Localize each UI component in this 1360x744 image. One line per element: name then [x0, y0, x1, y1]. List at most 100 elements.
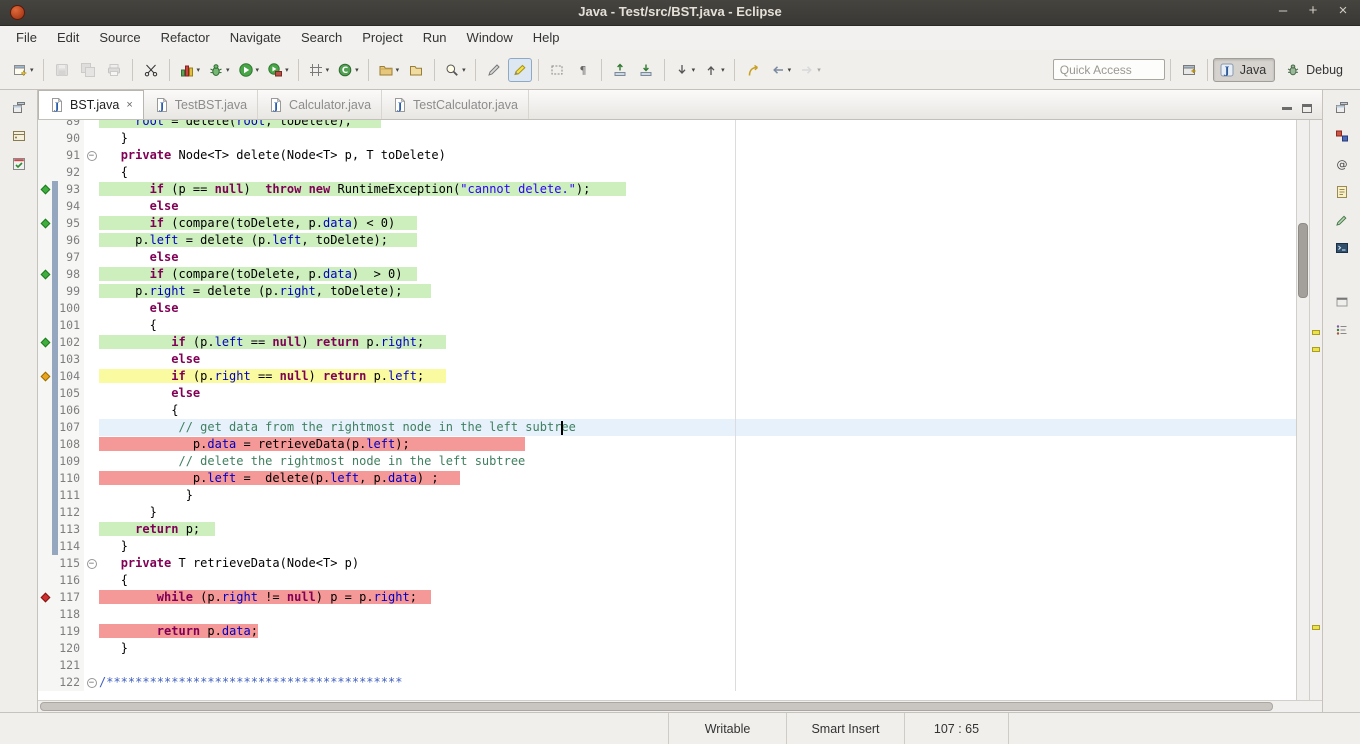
window-maximize-button[interactable]: + [1306, 2, 1320, 19]
yellow-annotation-mark[interactable] [1312, 625, 1320, 630]
code-text[interactable]: p.left = delete(p.left, p.data) ; [99, 470, 1296, 487]
code-text[interactable]: return p.data; [99, 623, 1296, 640]
vertical-scrollbar-thumb[interactable] [1298, 223, 1308, 298]
code-text[interactable]: else [99, 198, 1296, 215]
restore-views-button[interactable] [1330, 96, 1354, 120]
horizontal-scrollbar[interactable] [38, 700, 1322, 712]
sync-members-button[interactable] [634, 58, 658, 82]
code-text[interactable]: } [99, 130, 1296, 147]
overview-ruler[interactable] [1309, 120, 1322, 700]
code-text[interactable]: if (p.right == null) return p.left; [99, 368, 1296, 385]
package-explorer-view-button[interactable] [7, 124, 31, 148]
code-text[interactable]: return p; [99, 521, 1296, 538]
code-text[interactable]: if (compare(toDelete, p.data) < 0) [99, 215, 1296, 232]
code-text[interactable]: private Node<T> delete(Node<T> p, T toDe… [99, 147, 1296, 164]
show-whitespace-button[interactable]: ¶ [571, 58, 595, 82]
console-view-button[interactable] [1330, 236, 1354, 260]
code-text[interactable]: /***************************************… [99, 674, 1296, 691]
new-button[interactable]: ▾ [9, 58, 37, 82]
perspective-debug-button[interactable]: Debug [1279, 58, 1352, 82]
menu-project[interactable]: Project [352, 26, 412, 50]
code-text[interactable] [99, 606, 1296, 623]
code-text[interactable]: if (compare(toDelete, p.data) > 0) [99, 266, 1296, 283]
code-text[interactable]: } [99, 640, 1296, 657]
code-text[interactable]: root = delete(root, toDelete); [99, 120, 1296, 130]
code-text[interactable]: while (p.right != null) p = p.right; [99, 589, 1296, 606]
vertical-scrollbar[interactable] [1296, 120, 1309, 700]
tab-close-icon[interactable]: × [126, 99, 132, 111]
menu-source[interactable]: Source [89, 26, 150, 50]
minimize-editor-icon[interactable] [1282, 107, 1292, 110]
search-button[interactable]: ▾ [441, 58, 469, 82]
horizontal-scrollbar-thumb[interactable] [40, 702, 1273, 711]
code-text[interactable]: if (p == null) throw new RuntimeExceptio… [99, 181, 1296, 198]
menu-window[interactable]: Window [457, 26, 523, 50]
code-text[interactable]: p.left = delete (p.left, toDelete); [99, 232, 1296, 249]
code-editor[interactable]: 89 root = delete(root, toDelete); 90 }91… [38, 120, 1296, 700]
last-edit-location-button[interactable] [741, 58, 765, 82]
problems-view-button[interactable] [1330, 124, 1354, 148]
code-text[interactable]: else [99, 249, 1296, 266]
code-text[interactable]: { [99, 317, 1296, 334]
menu-run[interactable]: Run [413, 26, 457, 50]
quick-access-input[interactable] [1053, 59, 1165, 80]
code-text[interactable] [99, 657, 1296, 674]
menu-file[interactable]: File [6, 26, 47, 50]
code-text[interactable]: { [99, 164, 1296, 181]
code-text[interactable]: // get data from the rightmost node in t… [99, 419, 1296, 436]
block-selection-button[interactable] [545, 58, 569, 82]
tasks-view-button[interactable] [1330, 180, 1354, 204]
new-class-button[interactable]: C▾ [334, 58, 362, 82]
tab-testbst-java[interactable]: JTestBST.java [144, 90, 258, 119]
organize-imports-button[interactable] [608, 58, 632, 82]
restore-views-button[interactable] [7, 96, 31, 120]
outline-view-button[interactable] [1330, 318, 1354, 342]
code-text[interactable]: if (p.left == null) return p.right; [99, 334, 1296, 351]
mark-occurrences-button[interactable] [508, 58, 532, 82]
code-text[interactable]: { [99, 402, 1296, 419]
perspective-java-button[interactable]: JJava [1213, 58, 1275, 82]
junit-view-button[interactable] [7, 152, 31, 176]
yellow-annotation-mark[interactable] [1312, 347, 1320, 352]
menu-help[interactable]: Help [523, 26, 570, 50]
declaration-view-button[interactable] [1330, 208, 1354, 232]
code-text[interactable]: { [99, 572, 1296, 589]
annotate-button[interactable] [482, 58, 506, 82]
code-text[interactable]: else [99, 351, 1296, 368]
code-text[interactable]: // delete the rightmost node in the left… [99, 453, 1296, 470]
debug-button[interactable]: ▾ [205, 58, 233, 82]
open-task-button[interactable]: ▾ [375, 58, 403, 82]
run-button[interactable]: ▾ [235, 58, 263, 82]
window-minimize-button[interactable]: – [1276, 2, 1290, 19]
menu-navigate[interactable]: Navigate [220, 26, 291, 50]
code-text[interactable]: } [99, 504, 1296, 521]
yellow-annotation-mark[interactable] [1312, 330, 1320, 335]
collapse-icon[interactable]: − [87, 151, 97, 161]
collapse-icon[interactable]: − [87, 559, 97, 569]
menu-edit[interactable]: Edit [47, 26, 89, 50]
tab-testcalculator-java[interactable]: JTestCalculator.java [382, 90, 529, 119]
tab-calculator-java[interactable]: JCalculator.java [258, 90, 382, 119]
coverage-button[interactable]: ▾ [176, 58, 204, 82]
external-tools-button[interactable]: ▾ [264, 58, 292, 82]
window-close-button[interactable]: × [1336, 2, 1350, 19]
back-button[interactable]: ▾ [767, 58, 795, 82]
menu-search[interactable]: Search [291, 26, 352, 50]
open-perspective-button[interactable] [1177, 58, 1201, 82]
javadoc-view-button[interactable]: @ [1330, 152, 1354, 176]
open-resource-button[interactable] [404, 58, 428, 82]
code-text[interactable]: } [99, 538, 1296, 555]
code-text[interactable]: else [99, 300, 1296, 317]
menu-refactor[interactable]: Refactor [151, 26, 220, 50]
collapse-icon[interactable]: − [87, 678, 97, 688]
code-text[interactable]: p.right = delete (p.right, toDelete); [99, 283, 1296, 300]
code-text[interactable]: else [99, 385, 1296, 402]
code-text[interactable]: } [99, 487, 1296, 504]
tab-bst-java[interactable]: JBST.java× [38, 90, 144, 119]
maximize-editor-icon[interactable] [1302, 104, 1312, 113]
next-annotation-button[interactable]: ▾ [671, 58, 699, 82]
previous-annotation-button[interactable]: ▾ [700, 58, 728, 82]
trim-edit-button[interactable] [139, 58, 163, 82]
code-text[interactable]: p.data = retrieveData(p.left); [99, 436, 1296, 453]
code-text[interactable]: private T retrieveData(Node<T> p) [99, 555, 1296, 572]
